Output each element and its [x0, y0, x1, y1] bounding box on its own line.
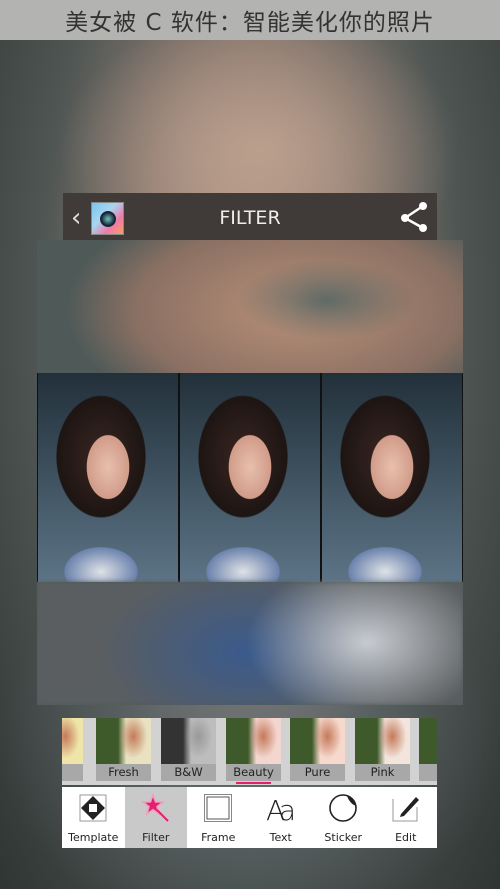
selected-indicator [236, 782, 271, 784]
tool-edit-button[interactable]: Edit [375, 787, 438, 848]
filter-label: Pure [290, 764, 345, 781]
tool-label: Text [269, 831, 292, 844]
filter-bw[interactable]: B&W [161, 718, 216, 782]
filter-no[interactable]: no [62, 718, 83, 782]
filter-pure[interactable]: Pure [290, 718, 345, 782]
frame-icon [203, 793, 233, 827]
magic-wand-icon [140, 792, 171, 827]
filter-label: B&W [161, 764, 216, 781]
page-title: FILTER [219, 207, 281, 229]
template-icon [78, 793, 108, 827]
filter-thumbnail [161, 718, 216, 764]
filter-pink[interactable]: Pink [355, 718, 410, 782]
filter-thumbnail [62, 718, 83, 764]
filter-thumbnail [419, 718, 437, 764]
filter-thumbnail [96, 718, 151, 764]
portrait-photo [180, 373, 320, 582]
tool-text-button[interactable]: Aa Text [250, 787, 313, 848]
tool-sticker-button[interactable]: Sticker [312, 787, 375, 848]
bottom-toolbar: Template Filter Frame Aa Text Sticker Edit [62, 787, 437, 848]
photo-canvas[interactable] [37, 240, 463, 705]
share-icon[interactable] [399, 201, 429, 233]
edit-icon [391, 793, 421, 827]
svg-text:Aa: Aa [266, 794, 296, 823]
text-icon: Aa [266, 793, 296, 827]
filter-fresh[interactable]: Fresh [96, 718, 151, 782]
filter-label: Fresh [96, 764, 151, 781]
caption-banner: 美女被 C 软件：智能美化你的照片 [0, 0, 500, 40]
filter-g[interactable]: G [419, 718, 437, 782]
filter-thumbnail [290, 718, 345, 764]
filter-beauty[interactable]: Beauty [226, 718, 281, 784]
portrait-photo [38, 373, 178, 582]
filter-strip[interactable]: no Fresh B&W Beauty Pure Pink G [62, 718, 437, 785]
photo-strip [37, 373, 463, 582]
sticker-icon [328, 793, 358, 827]
tool-label: Frame [201, 831, 236, 844]
tool-template-button[interactable]: Template [62, 787, 125, 848]
filter-label: Beauty [226, 764, 281, 781]
app-bar: ‹ FILTER [63, 193, 437, 240]
tool-label: Sticker [324, 831, 363, 844]
tool-filter-button[interactable]: Filter [124, 787, 187, 848]
filter-label: Pink [355, 764, 410, 781]
filter-label: G [419, 764, 437, 781]
tool-frame-button[interactable]: Frame [187, 787, 250, 848]
tool-label: Edit [395, 831, 417, 844]
tool-label: Filter [142, 831, 170, 844]
filter-thumbnail [355, 718, 410, 764]
portrait-photo [322, 373, 462, 582]
tool-label: Template [68, 831, 119, 844]
filter-label: no [62, 764, 83, 781]
photo-blurred-bottom [37, 582, 463, 705]
filter-thumbnail [226, 718, 281, 764]
